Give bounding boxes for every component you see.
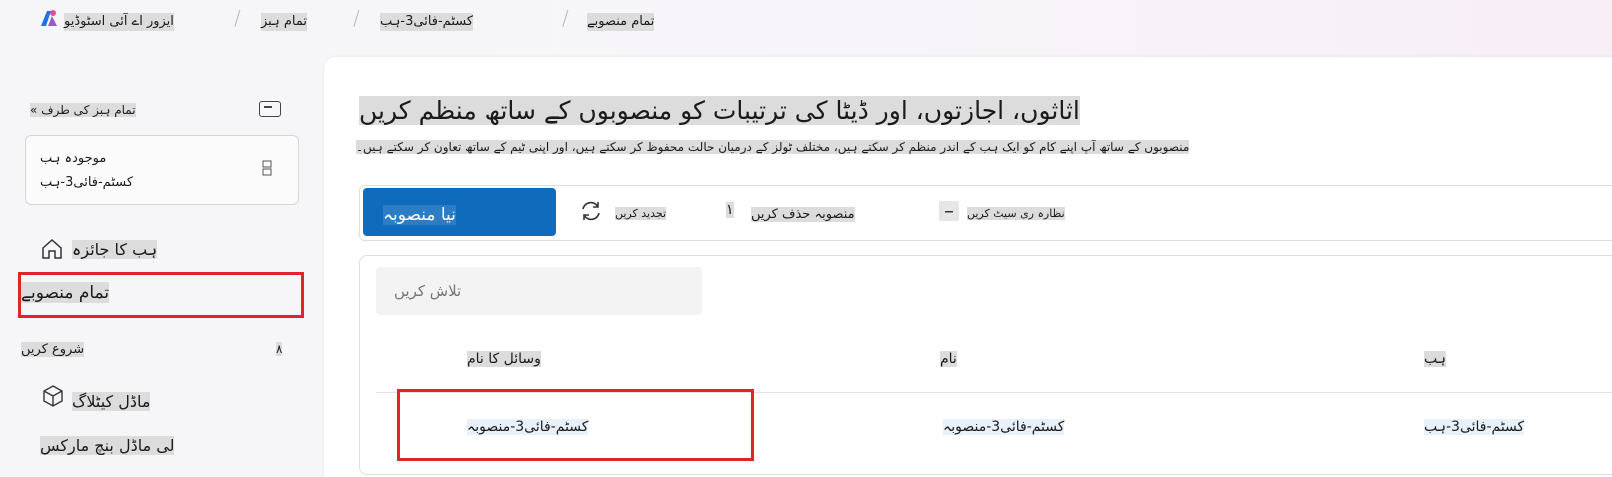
reset-view-icon[interactable] [938,200,960,222]
page-description: منصوبوں کے ساتھ آپ اپنے کام کو ایک ہب کے… [356,140,1190,154]
refresh-icon[interactable] [578,198,604,224]
column-header-resource-name[interactable]: وسائل کا نام [467,351,541,367]
column-header-name[interactable]: نام [940,351,957,367]
breadcrumb-separator: / [562,6,569,30]
sidebar-item-hub-overview[interactable]: ہب کا جائزہ [72,240,158,259]
breadcrumb-home[interactable]: ایزور اے آئی اسٹوڈیو [64,13,174,31]
highlight-box [18,272,304,318]
chevron-up-icon[interactable]: ۸ [276,342,283,356]
highlight-box [397,389,754,461]
breadcrumb-separator: / [353,6,360,30]
breadcrumb-separator: / [234,6,241,30]
collapse-sidebar-icon[interactable] [259,101,281,117]
azure-ai-logo-icon [41,10,57,26]
breadcrumb-current: تمام منصوبے [587,13,655,31]
new-project-label[interactable]: نیا منصوبہ [383,204,456,225]
refresh-button[interactable]: تجدید کریں [615,207,667,220]
current-hub-label: موجودہ ہب [40,151,107,166]
switch-hub-icon[interactable] [262,160,272,176]
cube-icon [43,385,63,407]
home-icon [42,238,62,259]
breadcrumb-all-hubs[interactable]: تمام ہبز [261,13,307,31]
column-header-hub[interactable]: ہب [1424,351,1446,367]
sidebar-section-get-started[interactable]: شروع کریں [21,342,85,357]
current-hub-card[interactable] [25,135,299,205]
table-cell-hub[interactable]: کسٹم-فائی3-ہب [1424,419,1525,435]
sidebar-item-model-catalog[interactable]: ماڈل کیٹلاگ [72,392,151,411]
table-cell-name[interactable]: کسٹم-فائی3-منصوبہ [943,419,1065,435]
delete-icon[interactable]: ۱ [726,202,734,218]
sidebar-item-model-benchmarks[interactable]: لی ماڈل بنچ مارکس [40,436,175,455]
current-hub-value: کسٹم-فائی3-ہب [40,175,134,190]
search-input[interactable] [376,267,702,315]
breadcrumb-hub[interactable]: کسٹم-فائی3-ہب [380,13,474,31]
page-title: اثاثوں، اجازتوں، اور ڈیٹا کی ترتیبات کو … [359,96,1080,125]
delete-project-button[interactable]: منصوبہ حذف کریں [751,207,855,222]
reset-view-button[interactable]: نظارہ ری سیٹ کریں [967,207,1065,220]
back-to-all-hubs-link[interactable]: « تمام ہبز کی طرف [30,103,136,117]
